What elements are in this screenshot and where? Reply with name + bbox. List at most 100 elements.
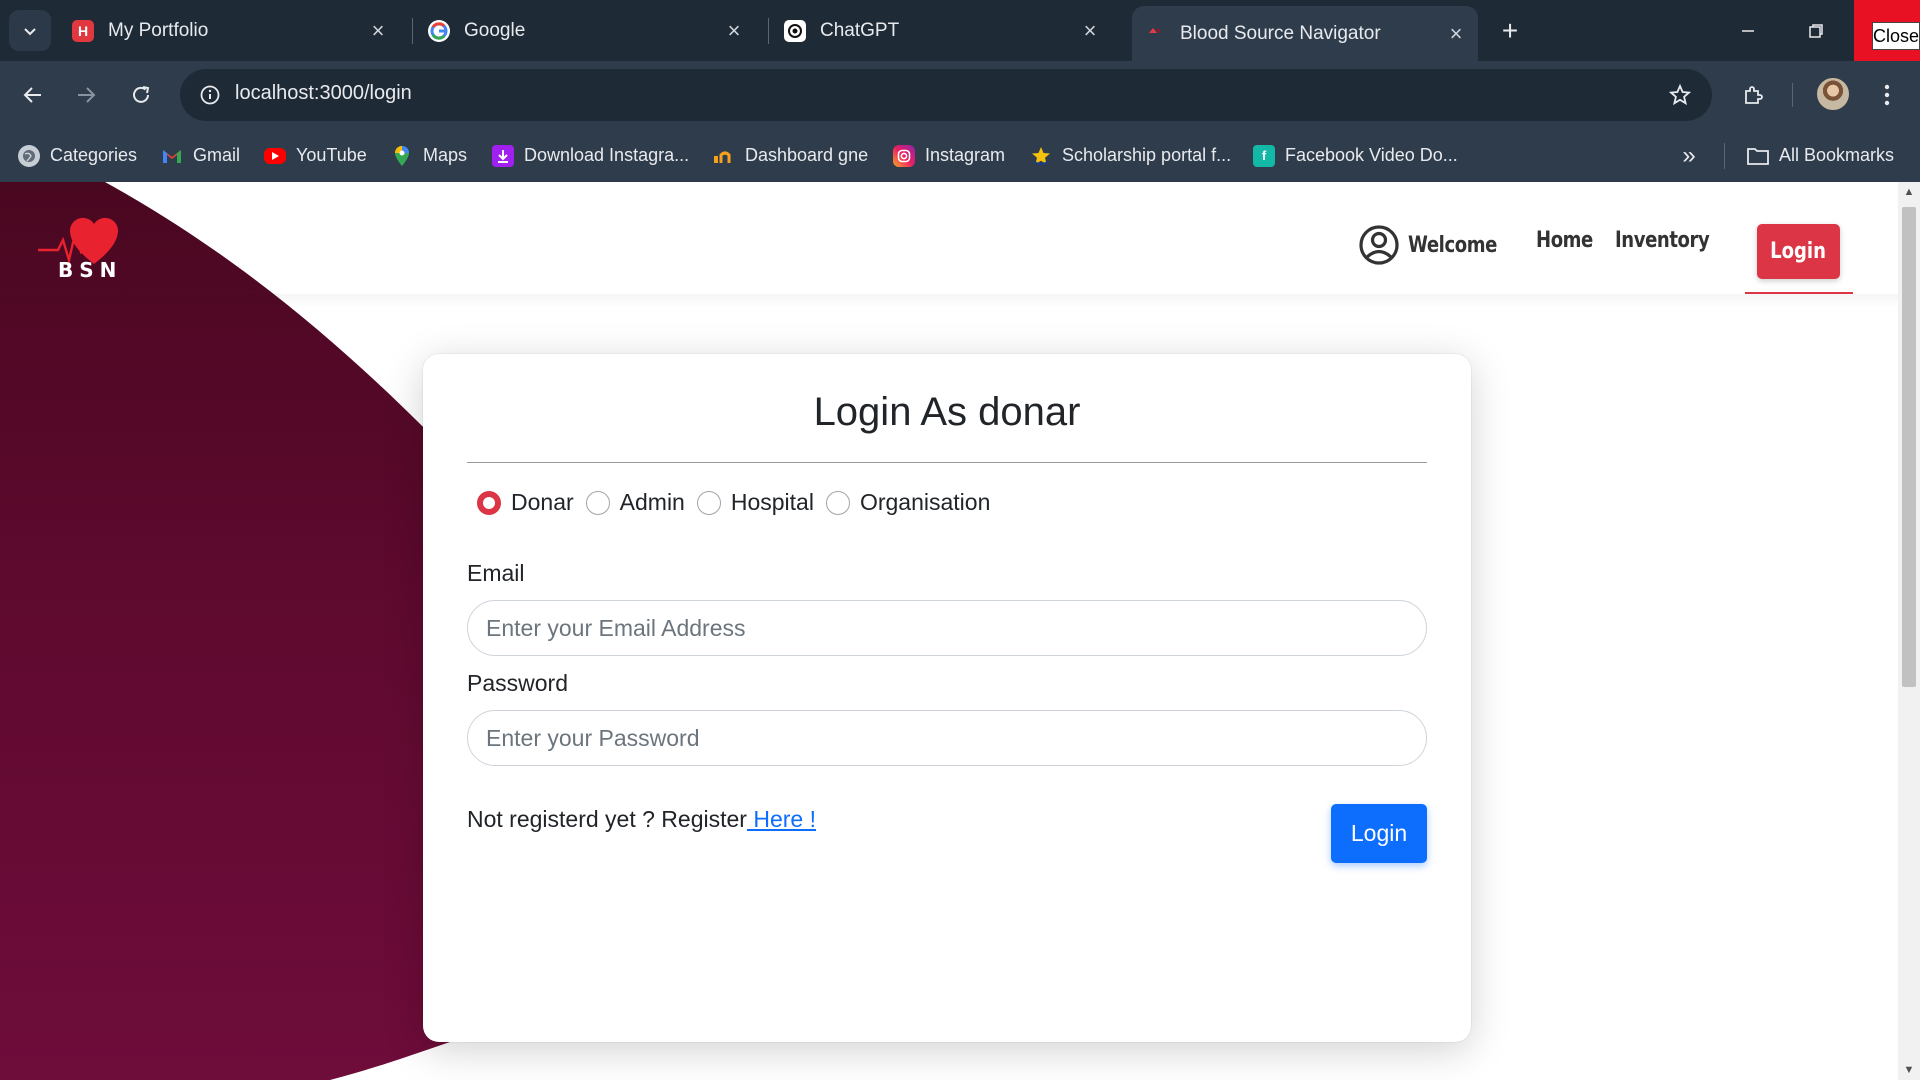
new-tab-button[interactable]: + [1493, 14, 1527, 48]
restore-button[interactable] [1782, 0, 1850, 61]
google-icon [428, 19, 450, 42]
login-title: Login As donar [813, 390, 1081, 434]
bookmark-label: Dashboard gne [745, 145, 869, 165]
bookmark-instagram[interactable]: Instagram [893, 129, 1005, 182]
maps-pin-icon [391, 145, 413, 167]
facebook-video-icon: f [1253, 144, 1275, 167]
welcome-user[interactable]: Welcome [1358, 224, 1516, 266]
site-info-icon[interactable] [190, 75, 230, 115]
register-here-link[interactable]: Here ! [747, 806, 816, 832]
bookmark-label: All Bookmarks [1779, 145, 1895, 165]
bookmark-label: YouTube [296, 145, 367, 165]
login-card: Login As donar Donar Admin Hospital Orga… [423, 354, 1471, 1042]
download-icon [492, 144, 514, 167]
tab-title: Blood Source Navigator [1180, 22, 1381, 44]
restore-icon [1809, 23, 1823, 38]
close-tab-icon[interactable]: × [1442, 20, 1470, 48]
bookmark-categories[interactable]: Categories [18, 129, 137, 182]
blood-drop-icon [1144, 23, 1166, 45]
dashboard-icon [713, 145, 735, 167]
profile-avatar[interactable] [1817, 78, 1849, 110]
browser-toolbar: localhost:3000/login [0, 61, 1920, 129]
scroll-down-arrow-icon[interactable]: ▼ [1903, 1064, 1915, 1076]
register-text: Not registerd yet ? Register [467, 806, 747, 832]
bookmark-download-instagram[interactable]: Download Instagra... [492, 129, 689, 182]
youtube-icon [264, 147, 286, 164]
tab-google[interactable]: Google × [416, 8, 756, 53]
close-tab-icon[interactable]: × [720, 17, 748, 45]
register-prompt: Not registerd yet ? Register Here ! [467, 806, 816, 833]
portfolio-icon: H [72, 19, 94, 42]
url-text[interactable]: localhost:3000/login [235, 82, 412, 105]
all-bookmarks-button[interactable]: All Bookmarks [1747, 129, 1894, 182]
bookmark-dashboard-gne[interactable]: Dashboard gne [713, 129, 868, 182]
email-field[interactable] [467, 600, 1427, 656]
role-label-donar[interactable]: Donar [511, 489, 574, 516]
minimize-button[interactable] [1714, 0, 1782, 61]
tab-separator [768, 18, 769, 44]
bookmarks-bar: Categories Gmail YouTube Maps Download I… [0, 129, 1920, 182]
bookmark-gmail[interactable]: Gmail [161, 129, 240, 182]
bookmark-label: Gmail [193, 145, 241, 165]
reload-button[interactable] [121, 75, 161, 115]
role-radio-group: Donar Admin Hospital Organisation [477, 489, 1002, 516]
nav-login-label: Login [1770, 239, 1827, 264]
nav-login-button[interactable]: Login [1757, 224, 1840, 279]
bookmark-maps[interactable]: Maps [391, 129, 467, 182]
tab-blood-source-navigator[interactable]: Blood Source Navigator × [1132, 6, 1478, 61]
minimize-icon [1742, 29, 1754, 32]
welcome-label: Welcome [1408, 232, 1497, 258]
chevron-down-icon [24, 27, 36, 35]
role-label-hospital[interactable]: Hospital [731, 489, 814, 516]
nav-inventory-link[interactable]: Inventory [1615, 228, 1710, 253]
extensions-button[interactable] [1733, 75, 1773, 115]
site-navbar: Welcome Home Inventory Login [0, 182, 1898, 294]
gmail-icon [161, 145, 183, 167]
role-radio-donar[interactable] [477, 490, 501, 515]
toolbar-divider [1792, 83, 1793, 107]
browser-menu-button[interactable] [1867, 75, 1907, 115]
arrow-left-icon [23, 87, 41, 103]
close-tab-icon[interactable]: × [1076, 17, 1104, 45]
page-scrollbar[interactable]: ▲ ▼ [1898, 182, 1920, 1080]
tab-chatgpt[interactable]: ChatGPT × [772, 8, 1112, 53]
role-radio-organisation[interactable] [825, 490, 850, 515]
role-label-organisation[interactable]: Organisation [860, 489, 990, 516]
user-circle-icon [1359, 225, 1399, 265]
reload-icon [133, 86, 150, 103]
navbar-shadow [0, 294, 1898, 308]
back-button[interactable] [13, 75, 53, 115]
role-radio-hospital[interactable] [696, 490, 721, 515]
role-radio-admin[interactable] [585, 490, 610, 515]
chatgpt-icon [784, 19, 806, 42]
tab-my-portfolio[interactable]: H My Portfolio × [60, 8, 400, 53]
bookmark-scholarship-portal[interactable]: Scholarship portal f... [1030, 129, 1231, 182]
scroll-up-arrow-icon[interactable]: ▲ [1903, 186, 1915, 198]
tab-separator [412, 18, 413, 44]
password-label: Password [467, 670, 568, 696]
bookmark-youtube[interactable]: YouTube [264, 129, 367, 182]
bookmarks-divider [1724, 143, 1725, 169]
bookmark-facebook-video-downloader[interactable]: f Facebook Video Do... [1253, 129, 1458, 182]
more-bookmarks-chevron-icon[interactable]: » [1674, 141, 1704, 171]
nav-home-link[interactable]: Home [1536, 228, 1593, 253]
forward-button[interactable] [66, 75, 106, 115]
bookmark-star-icon[interactable] [1662, 77, 1698, 113]
tab-title: ChatGPT [820, 19, 900, 41]
bookmark-label: Facebook Video Do... [1285, 145, 1458, 165]
tab-title: My Portfolio [108, 19, 209, 41]
title-divider [467, 462, 1427, 463]
bookmark-label: Download Instagra... [524, 145, 690, 165]
arrow-right-icon [78, 87, 96, 103]
scholarship-icon [1030, 145, 1052, 167]
tab-search-button[interactable] [9, 10, 51, 51]
address-bar[interactable]: localhost:3000/login [180, 69, 1712, 121]
tab-title: Google [464, 19, 526, 41]
role-label-admin[interactable]: Admin [620, 489, 685, 516]
scrollbar-thumb[interactable] [1902, 207, 1916, 687]
login-submit-button[interactable]: Login [1331, 804, 1427, 863]
globe-icon [18, 144, 40, 167]
password-field[interactable] [467, 710, 1427, 766]
bookmark-label: Instagram [925, 145, 1006, 165]
close-tab-icon[interactable]: × [364, 17, 392, 45]
